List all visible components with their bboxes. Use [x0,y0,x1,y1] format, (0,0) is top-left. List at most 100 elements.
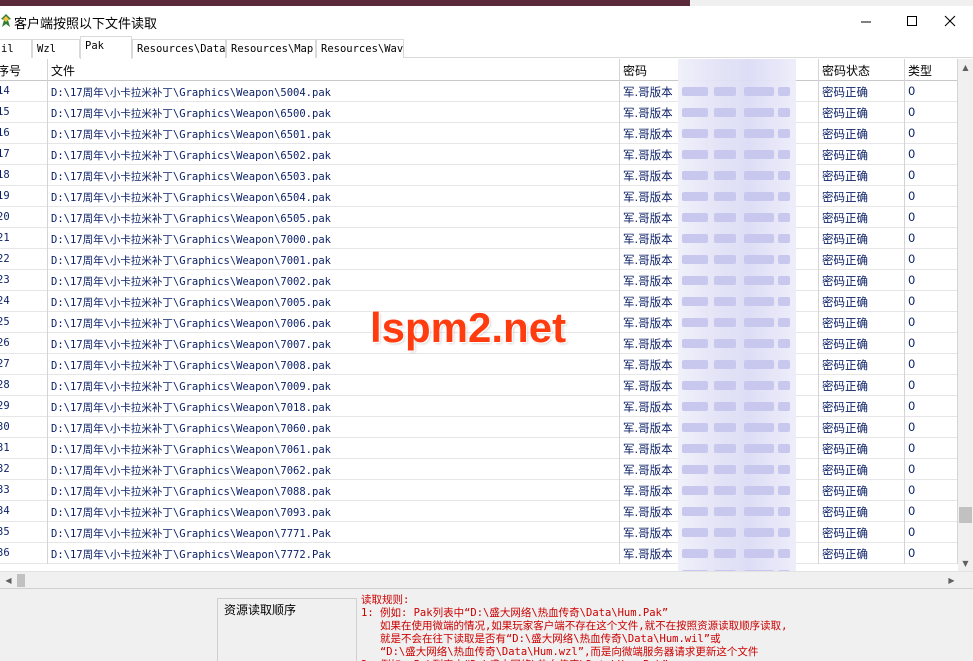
cell-password-status: 密码正确 [819,312,905,333]
cell-no: 27 [0,354,48,375]
table-row[interactable]: 34D:\17周年\小卡拉米补丁\Graphics\Weapon\7093.pa… [0,501,958,522]
column-header-type[interactable]: 类型 [905,59,958,81]
vertical-scrollbar[interactable]: ▲ ▼ [958,59,973,571]
cell-type: 0 [905,228,958,249]
table-row[interactable]: 35D:\17周年\小卡拉米补丁\Graphics\Weapon\7771.Pa… [0,522,958,543]
tab-wil[interactable]: il [0,39,32,58]
cell-password-status: 密码正确 [819,123,905,144]
cell-password-status: 密码正确 [819,291,905,312]
cell-no: 17 [0,144,48,165]
table-row[interactable]: 33D:\17周年\小卡拉米补丁\Graphics\Weapon\7088.pa… [0,480,958,501]
cell-file: D:\17周年\小卡拉米补丁\Graphics\Weapon\7009.pak [48,375,620,396]
cell-file: D:\17周年\小卡拉米补丁\Graphics\Weapon\7018.pak [48,396,620,417]
horizontal-scrollbar[interactable]: ◀ ▶ [0,571,973,588]
column-header-no[interactable]: 序号 [0,59,48,81]
tab-wzl[interactable]: Wzl [32,39,80,58]
cell-type: 0 [905,438,958,459]
tab-label: Resources\Data [137,43,226,55]
cell-file: D:\17周年\小卡拉米补丁\Graphics\Weapon\6502.pak [48,144,620,165]
cell-no: 18 [0,165,48,186]
rules-line: 就是不会在往下读取是否有“D:\盛大网络\热血传奇\Data\Hum.wil”或 [361,633,721,645]
scroll-left-icon[interactable]: ◀ [0,572,17,589]
table-row[interactable]: 32D:\17周年\小卡拉米补丁\Graphics\Weapon\7062.pa… [0,459,958,480]
cell-password-status: 密码正确 [819,165,905,186]
close-button[interactable] [927,6,973,36]
cell-file: D:\17周年\小卡拉米补丁\Graphics\Weapon\7061.pak [48,438,620,459]
table-row[interactable]: 22D:\17周年\小卡拉米补丁\Graphics\Weapon\7001.pa… [0,249,958,270]
tab-resources-wav[interactable]: Resources\Wav [316,39,404,58]
cell-file: D:\17周年\小卡拉米补丁\Graphics\Weapon\7008.pak [48,354,620,375]
rules-line: 如果在使用微端的情况,如果玩家客户端不存在这个文件,就不在按照资源读取顺序读取, [361,620,788,632]
table-row[interactable]: 27D:\17周年\小卡拉米补丁\Graphics\Weapon\7008.pa… [0,354,958,375]
cell-password-status: 密码正确 [819,228,905,249]
minimize-button[interactable] [843,6,889,36]
cell-password-status: 密码正确 [819,438,905,459]
cell-password-status: 密码正确 [819,501,905,522]
tab-resources-map[interactable]: Resources\Map [226,39,316,58]
cell-password-status: 密码正确 [819,480,905,501]
tab-label: Pak [85,40,104,52]
cell-password-status: 密码正确 [819,522,905,543]
cell-type: 0 [905,543,958,564]
table-row[interactable]: 15D:\17周年\小卡拉米补丁\Graphics\Weapon\6500.pa… [0,102,958,123]
tab-resources-data[interactable]: Resources\Data [132,39,226,58]
resource-order-label: 资源读取顺序 [222,601,299,618]
table-row[interactable]: 28D:\17周年\小卡拉米补丁\Graphics\Weapon\7009.pa… [0,375,958,396]
tab-strip: il Wzl Pak Resources\Data Resources\Map … [0,36,973,59]
cell-password-status: 密码正确 [819,102,905,123]
cell-file: D:\17周年\小卡拉米补丁\Graphics\Weapon\7772.Pak [48,543,620,564]
cell-no: 29 [0,396,48,417]
table-row[interactable]: 19D:\17周年\小卡拉米补丁\Graphics\Weapon\6504.pa… [0,186,958,207]
table-row[interactable]: 14D:\17周年\小卡拉米补丁\Graphics\Weapon\5004.pa… [0,81,958,102]
cell-no: 24 [0,291,48,312]
cell-password-status: 密码正确 [819,354,905,375]
grid-header: 序号 文件 密码 密码状态 类型 [0,59,958,81]
tab-pak[interactable]: Pak [80,36,132,59]
cell-no: 30 [0,417,48,438]
cell-file: D:\17周年\小卡拉米补丁\Graphics\Weapon\6503.pak [48,165,620,186]
cell-file: D:\17周年\小卡拉米补丁\Graphics\Weapon\7093.pak [48,501,620,522]
cell-password-status: 密码正确 [819,375,905,396]
cell-no: 31 [0,438,48,459]
table-row[interactable]: 20D:\17周年\小卡拉米补丁\Graphics\Weapon\6505.pa… [0,207,958,228]
cell-password-status: 密码正确 [819,417,905,438]
vertical-scroll-thumb[interactable] [959,507,972,523]
cell-password-status: 密码正确 [819,543,905,564]
cell-file: D:\17周年\小卡拉米补丁\Graphics\Weapon\7088.pak [48,480,620,501]
cell-type: 0 [905,249,958,270]
table-row[interactable]: 31D:\17周年\小卡拉米补丁\Graphics\Weapon\7061.pa… [0,438,958,459]
column-header-password-status[interactable]: 密码状态 [819,59,905,81]
table-row[interactable]: 29D:\17周年\小卡拉米补丁\Graphics\Weapon\7018.pa… [0,396,958,417]
cell-type: 0 [905,270,958,291]
horizontal-scroll-thumb[interactable] [17,574,25,587]
column-header-file[interactable]: 文件 [48,59,620,81]
cell-file: D:\17周年\小卡拉米补丁\Graphics\Weapon\5004.pak [48,81,620,102]
cell-password-status: 密码正确 [819,207,905,228]
cell-no: 35 [0,522,48,543]
cell-type: 0 [905,186,958,207]
table-row[interactable]: 21D:\17周年\小卡拉米补丁\Graphics\Weapon\7000.pa… [0,228,958,249]
cell-password-status: 密码正确 [819,249,905,270]
scroll-right-icon[interactable]: ▶ [943,572,960,589]
table-row[interactable]: 17D:\17周年\小卡拉米补丁\Graphics\Weapon\6502.pa… [0,144,958,165]
minimize-icon [860,21,871,22]
scroll-down-icon[interactable]: ▼ [958,555,973,571]
tab-label: Resources\Map [231,43,314,55]
table-row[interactable]: 23D:\17周年\小卡拉米补丁\Graphics\Weapon\7002.pa… [0,270,958,291]
window-title: 客户端按照以下文件读取 [14,17,158,32]
cell-type: 0 [905,312,958,333]
scroll-up-icon[interactable]: ▲ [958,59,973,75]
rules-line: “D:\盛大网络\热血传奇\Data\Hum.wzl”,而是向微端服务器请求更新… [361,646,759,658]
cell-type: 0 [905,501,958,522]
cell-no: 34 [0,501,48,522]
cell-no: 21 [0,228,48,249]
table-row[interactable]: 36D:\17周年\小卡拉米补丁\Graphics\Weapon\7772.Pa… [0,543,958,564]
table-row[interactable]: 16D:\17周年\小卡拉米补丁\Graphics\Weapon\6501.pa… [0,123,958,144]
table-row[interactable]: 30D:\17周年\小卡拉米补丁\Graphics\Weapon\7060.pa… [0,417,958,438]
read-rules-text: 读取规则: 1: 例如: Pak列表中“D:\盛大网络\热血传奇\Data\Hum… [361,594,971,661]
cell-type: 0 [905,480,958,501]
table-row[interactable]: 18D:\17周年\小卡拉米补丁\Graphics\Weapon\6503.pa… [0,165,958,186]
table-row-partial[interactable] [0,564,958,571]
password-redaction-blur [678,59,796,571]
title-bar[interactable]: 客户端按照以下文件读取 [0,6,973,36]
